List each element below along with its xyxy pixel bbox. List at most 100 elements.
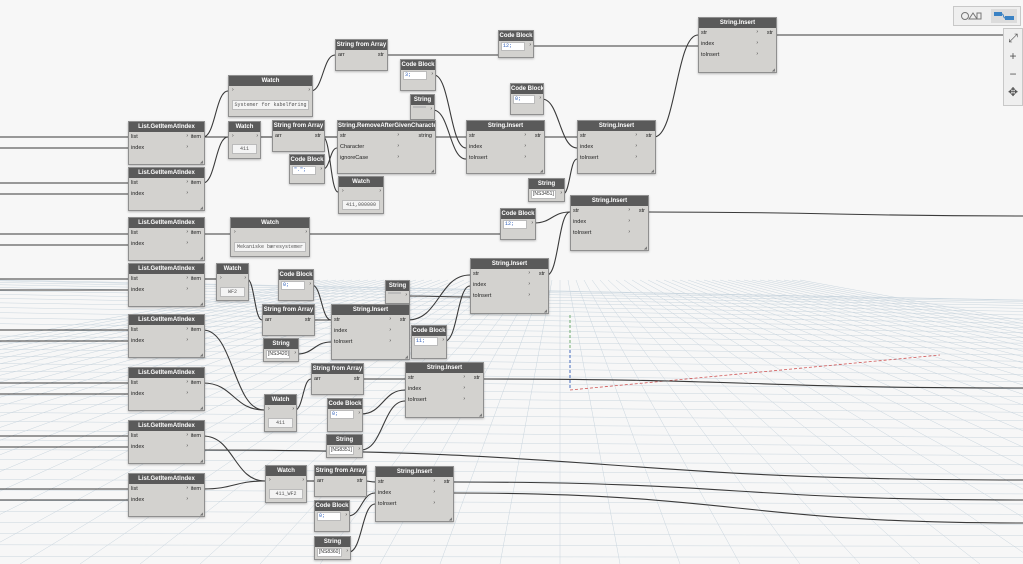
port-out-arrow-icon[interactable]: ›	[302, 477, 304, 483]
port-out-arrow-icon[interactable]: ›	[531, 220, 533, 226]
port-index[interactable]: index	[573, 218, 586, 227]
port-in-arrow-icon[interactable]: ›	[232, 133, 234, 139]
port-index[interactable]: index	[408, 385, 421, 394]
port-out-arrow-icon[interactable]: ›	[309, 281, 311, 287]
node-string-from-array[interactable]: String from Array arr str	[311, 363, 364, 395]
port-item[interactable]: item	[191, 133, 201, 142]
port-arr[interactable]: arr	[314, 375, 321, 384]
string-value-input[interactable]: [NS3451]	[531, 190, 556, 199]
port-index[interactable]: index	[131, 144, 144, 153]
string-value-input[interactable]	[388, 292, 401, 294]
port-in-arrow-icon[interactable]: ›	[220, 275, 222, 281]
port-in-arrow-icon[interactable]: ›	[269, 477, 271, 483]
port-index[interactable]: index	[580, 143, 593, 152]
string-value-input[interactable]: [NS8360]	[317, 548, 342, 557]
node-code-block[interactable]: Code Block 0; ›	[278, 269, 314, 301]
port-str[interactable]: str	[315, 132, 321, 141]
port-index[interactable]: index	[131, 496, 144, 505]
port-index[interactable]: index	[131, 286, 144, 295]
port-str-out[interactable]: str	[444, 478, 450, 487]
string-value-input[interactable]: [NS8351]	[329, 446, 354, 455]
code-input[interactable]: 0;	[281, 281, 305, 290]
node-string-insert[interactable]: String.Insert str › index › toInsert › str …	[577, 120, 656, 174]
port-str[interactable]: str	[305, 316, 311, 325]
port-str-out[interactable]: str	[646, 132, 652, 141]
node-watch[interactable]: Watch › › 411	[264, 394, 297, 432]
port-index[interactable]: index	[131, 337, 144, 346]
node-list-getitematindex[interactable]: List.GetItemAtIndex list › index › item ◢	[128, 167, 205, 211]
node-watch[interactable]: Watch › › 411,000000	[338, 176, 384, 214]
node-watch[interactable]: Watch › › 411_WF2	[265, 465, 307, 503]
port-item[interactable]: item	[191, 485, 201, 494]
port-index[interactable]: index	[131, 390, 144, 399]
port-index[interactable]: index	[701, 40, 714, 49]
port-out-arrow-icon[interactable]: ›	[560, 190, 562, 196]
node-string-from-array[interactable]: String from Array arr str	[314, 465, 367, 497]
port-str[interactable]: str	[701, 29, 707, 38]
code-input[interactable]: ".";	[292, 166, 316, 175]
port-out-arrow-icon[interactable]: ›	[529, 42, 531, 48]
port-arr[interactable]: arr	[338, 51, 345, 60]
node-string-insert[interactable]: String.Insert str › index › toInsert › str …	[570, 195, 649, 251]
port-toinsert[interactable]: toInsert	[469, 154, 487, 163]
node-watch[interactable]: Watch › › WF2	[216, 263, 249, 301]
node-string-input[interactable]: String ›	[385, 280, 410, 304]
port-out-arrow-icon[interactable]: ›	[358, 410, 360, 416]
node-list-getitematindex[interactable]: List.GetItemAtIndex list › index › item ◢	[128, 263, 205, 307]
node-code-block[interactable]: Code Block 0; ›	[510, 83, 544, 115]
node-string-input[interactable]: String [NS3420] ›	[263, 338, 299, 362]
node-string-input[interactable]: String [NS8351] ›	[326, 434, 363, 458]
port-out-arrow-icon[interactable]: ›	[358, 446, 360, 452]
port-index[interactable]: index	[378, 489, 391, 498]
node-string-from-array[interactable]: String from Array arr str	[335, 39, 388, 71]
code-input[interactable]: 12;	[503, 220, 527, 229]
port-out-arrow-icon[interactable]: ›	[244, 275, 246, 281]
code-input[interactable]: 0;	[317, 512, 341, 521]
port-out-arrow-icon[interactable]: ›	[346, 548, 348, 554]
port-out-arrow-icon[interactable]: ›	[292, 406, 294, 412]
graph-view-button[interactable]	[990, 9, 1017, 23]
port-str[interactable]: str	[354, 375, 360, 384]
node-list-getitematindex[interactable]: List.GetItemAtIndex list › index › item ◢	[128, 121, 205, 165]
port-str-out[interactable]: str	[400, 316, 406, 325]
code-input[interactable]: 0;	[330, 410, 354, 419]
code-input[interactable]: 12;	[501, 42, 525, 51]
port-arr[interactable]: arr	[275, 132, 282, 141]
port-str[interactable]: str	[469, 132, 475, 141]
port-out-arrow-icon[interactable]: ›	[405, 292, 407, 298]
node-string-insert[interactable]: String.Insert str › index › toInsert › str …	[470, 258, 549, 314]
port-str[interactable]: str	[334, 316, 340, 325]
port-str-out[interactable]: str	[474, 374, 480, 383]
node-string-insert[interactable]: String.Insert str › index › toInsert › str …	[405, 362, 484, 418]
port-in-arrow-icon[interactable]: ›	[232, 87, 234, 93]
node-list-getitematindex[interactable]: List.GetItemAtIndex list › index › item ◢	[128, 473, 205, 517]
port-toinsert[interactable]: toInsert	[701, 51, 719, 60]
port-list[interactable]: list	[131, 133, 138, 142]
port-out-arrow-icon[interactable]: ›	[308, 87, 310, 93]
zoom-out-button[interactable]: −	[1004, 65, 1022, 83]
port-out-arrow-icon[interactable]: ›	[294, 350, 296, 356]
node-code-block[interactable]: Code Block 11; ›	[411, 325, 447, 359]
port-str-out[interactable]: str	[539, 270, 545, 279]
node-code-block[interactable]: Code Block 0; ›	[327, 398, 363, 432]
node-code-block[interactable]: Code Block 0; ›	[314, 500, 350, 532]
node-code-block[interactable]: Code Block "."; ›	[289, 154, 325, 184]
port-str-out[interactable]: str	[639, 207, 645, 216]
node-string-insert[interactable]: String.Insert str › index › toInsert › str …	[331, 304, 410, 360]
port-index[interactable]: index	[131, 240, 144, 249]
port-in-arrow-icon[interactable]: ›	[268, 406, 270, 412]
node-list-getitematindex[interactable]: List.GetItemAtIndex list › index › item ◢	[128, 367, 205, 411]
port-index[interactable]: index	[131, 190, 144, 199]
port-str-out[interactable]: str	[535, 132, 541, 141]
port-list[interactable]: list	[131, 432, 138, 441]
port-out-arrow-icon[interactable]: ›	[345, 512, 347, 518]
node-watch[interactable]: Watch › › Systemer for kabelføring	[228, 75, 313, 117]
port-toinsert[interactable]: toInsert	[473, 292, 491, 301]
port-list[interactable]: list	[131, 179, 138, 188]
node-string-input[interactable]: String ›	[410, 94, 435, 120]
node-watch[interactable]: Watch › › Mekaniske bæresystemer	[230, 217, 310, 257]
port-index[interactable]: index	[469, 143, 482, 152]
port-out-arrow-icon[interactable]: ›	[539, 95, 541, 101]
port-item[interactable]: item	[191, 275, 201, 284]
port-str[interactable]: str	[408, 374, 414, 383]
